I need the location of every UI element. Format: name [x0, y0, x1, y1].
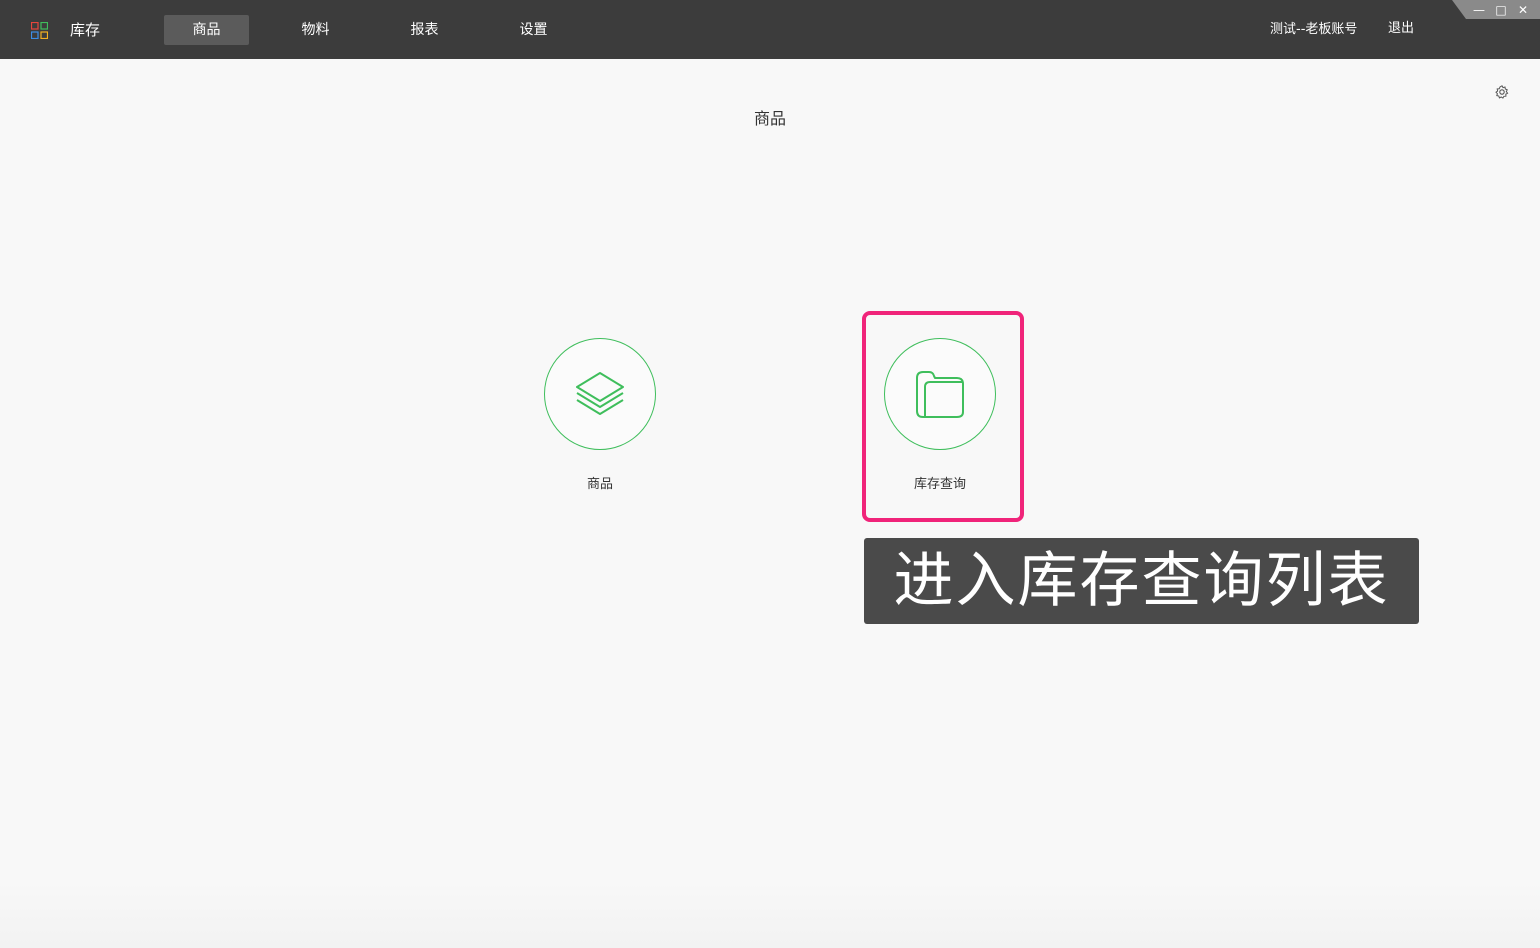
tile-inventory-query-label: 库存查询: [913, 477, 966, 492]
nav-item-goods[interactable]: 商品: [164, 15, 249, 45]
tile-goods[interactable]: 商品: [520, 310, 680, 510]
close-icon[interactable]: ✕: [1515, 2, 1531, 18]
logout-button[interactable]: 退出: [1388, 20, 1414, 38]
layers-icon: [576, 372, 624, 415]
tutorial-tooltip: 进入库存查询列表: [864, 538, 1419, 624]
nav-item-materials[interactable]: 物料: [273, 15, 358, 45]
app-window: 库存 商品 物料 报表 设置 测试--老板账号 退出 — □ ✕ 商品 商品 库…: [0, 0, 1540, 948]
tile-inventory-query[interactable]: 库存查询: [860, 310, 1020, 510]
window-controls: — □ ✕: [1452, 0, 1540, 19]
app-title: 库存: [70, 21, 101, 39]
minimize-icon[interactable]: —: [1471, 2, 1487, 18]
gear-icon[interactable]: [1494, 84, 1510, 100]
tile-goods-label: 商品: [586, 477, 613, 492]
top-bar: 库存 商品 物料 报表 设置 测试--老板账号 退出 — □ ✕: [0, 0, 1540, 59]
account-name[interactable]: 测试--老板账号: [1270, 21, 1357, 39]
bottom-area: [0, 880, 1540, 948]
grid-apps-icon[interactable]: [31, 22, 48, 39]
nav-item-reports[interactable]: 报表: [382, 15, 467, 45]
nav-item-settings[interactable]: 设置: [491, 15, 576, 45]
maximize-icon[interactable]: □: [1493, 2, 1509, 18]
page-title: 商品: [753, 109, 786, 128]
tile-inventory-query-circle[interactable]: [884, 338, 996, 450]
folder-icon: [916, 371, 964, 418]
tile-goods-circle[interactable]: [544, 338, 656, 450]
main-nav: 商品 物料 报表 设置: [164, 15, 600, 45]
